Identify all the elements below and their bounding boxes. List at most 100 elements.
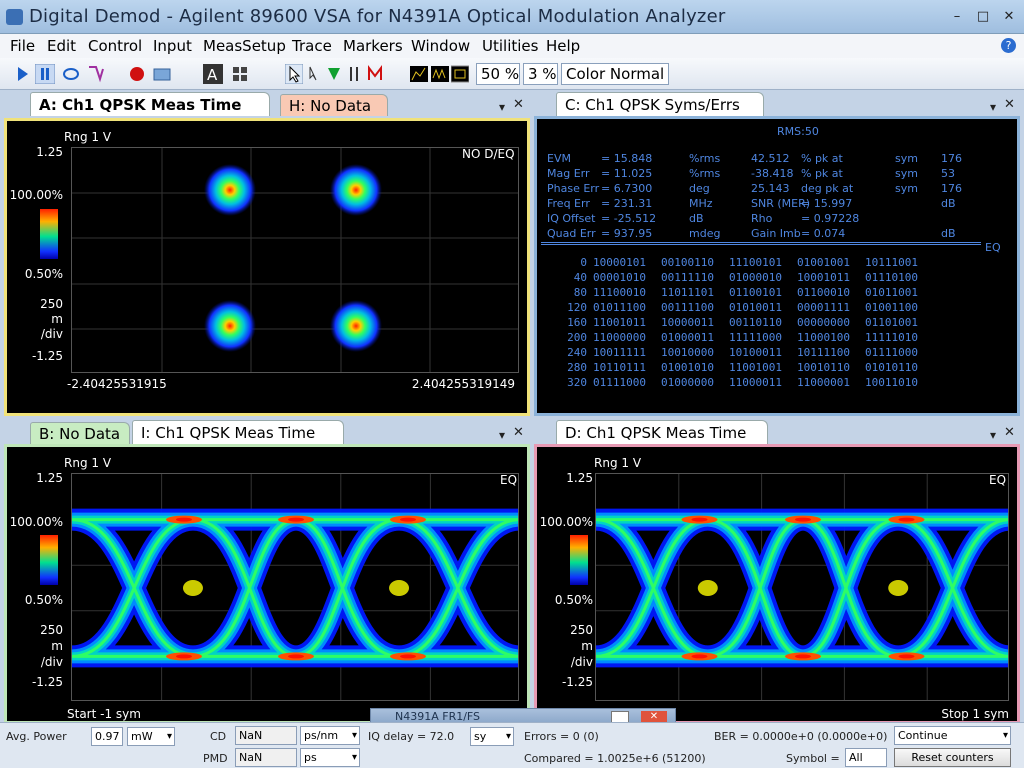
x-left-label: -2.40425531915: [67, 377, 167, 391]
stat-cell: = 15.848: [601, 152, 653, 165]
record-icon[interactable]: [128, 64, 146, 84]
symbol-index: 0: [580, 256, 587, 269]
minimize-button[interactable]: –: [946, 7, 968, 27]
pointer-icon[interactable]: [285, 64, 303, 84]
pmd-label: PMD: [203, 752, 228, 765]
spectrogram-icon[interactable]: [410, 64, 428, 84]
reset-counters-button[interactable]: Reset counters: [894, 748, 1011, 767]
rms-label: RMS:50: [777, 125, 819, 138]
pmd-field[interactable]: NaN: [235, 748, 297, 767]
tab-b-no-data[interactable]: B: No Data: [30, 422, 130, 444]
stat-cell: dB: [941, 197, 956, 210]
tab-i-meas-time[interactable]: I: Ch1 QPSK Meas Time: [132, 420, 344, 444]
panel-close-icon[interactable]: ✕: [1004, 97, 1015, 112]
tab-d-meas-time[interactable]: D: Ch1 QPSK Meas Time: [556, 420, 768, 444]
panel-d: D: Ch1 QPSK Meas Time ▾ ✕ Rng 1 V 1.25 1…: [534, 420, 1020, 724]
panel-menu-icon[interactable]: ▾: [499, 428, 505, 442]
stat-cell: %rms: [689, 152, 721, 165]
menu-control[interactable]: Control: [88, 37, 142, 55]
cd-field[interactable]: NaN: [235, 726, 297, 745]
playback-icon[interactable]: [152, 64, 172, 84]
marker-delta-icon[interactable]: [346, 64, 362, 84]
panel-i: B: No Data I: Ch1 QPSK Meas Time ▾ ✕ Rng…: [4, 420, 530, 724]
symbol-bits: 10010000: [661, 346, 714, 359]
symbol-bits: 11100010: [593, 286, 646, 299]
symbol-index: 80: [573, 286, 587, 299]
stat-cell: 42.512: [751, 152, 790, 165]
panel-a: A: Ch1 QPSK Meas Time H: No Data ▾ ✕ Rng…: [4, 92, 530, 416]
iq-delay-label: IQ delay = 72.0: [368, 730, 455, 743]
stat-cell: 25.143: [751, 182, 790, 195]
div-label-1: 250: [570, 623, 593, 637]
stat-cell: % pk at: [801, 152, 843, 165]
symbol-bits: 01000010: [729, 271, 782, 284]
help-icon[interactable]: ?: [1001, 38, 1016, 53]
pmd-unit-select[interactable]: ps: [300, 748, 360, 767]
stat-cell: = 0.97228: [801, 212, 860, 225]
eye-diagram-frame-i: Rng 1 V 1.25 100.00% 0.50% 250 m /div -1…: [4, 444, 530, 724]
panel-close-icon[interactable]: ✕: [1004, 425, 1015, 440]
marker-icon[interactable]: [326, 64, 342, 84]
panel-menu-icon[interactable]: ▾: [990, 428, 996, 442]
panel-close-icon[interactable]: ✕: [513, 425, 524, 440]
constellation-point: [330, 300, 382, 352]
single-sweep-icon[interactable]: [86, 64, 106, 84]
symbol-bits: 10011111: [593, 346, 646, 359]
constellation-frame: Rng 1 V 1.25 100.00% 0.50% 250 m /div -1…: [4, 118, 530, 416]
symbol-bits: 10111100: [797, 346, 850, 359]
symbol-field[interactable]: All: [845, 748, 887, 767]
avg-power-unit-select[interactable]: mW: [127, 727, 175, 746]
menu-file[interactable]: File: [10, 37, 35, 55]
cd-unit-select[interactable]: ps/nm: [300, 726, 360, 745]
close-button[interactable]: ✕: [998, 7, 1020, 27]
stat-cell: 176: [941, 182, 962, 195]
panel-menu-icon[interactable]: ▾: [499, 100, 505, 114]
menu-edit[interactable]: Edit: [47, 37, 76, 55]
symbol-bits: 01100101: [729, 286, 782, 299]
stat-cell: mdeg: [689, 227, 721, 240]
ber-label: BER = 0.0000e+0 (0.0000e+0): [714, 730, 888, 743]
menu-meassetup[interactable]: MeasSetup: [203, 37, 286, 55]
symbol-bits: 00111100: [661, 301, 714, 314]
menu-utilities[interactable]: Utilities: [482, 37, 538, 55]
pct-low-label: 0.50%: [24, 593, 63, 607]
menu-trace[interactable]: Trace: [292, 37, 332, 55]
pct-high-label: 100.00%: [9, 188, 63, 202]
menu-window[interactable]: Window: [411, 37, 470, 55]
full-screen-icon[interactable]: [451, 64, 469, 84]
symbol-label: Symbol =: [786, 752, 840, 765]
eq-status-label: NO D/EQ: [462, 147, 515, 161]
tab-c-syms-errs[interactable]: C: Ch1 QPSK Syms/Errs: [556, 92, 764, 116]
persistence-box[interactable]: 3 %: [523, 63, 558, 85]
y-top-label: 1.25: [36, 471, 63, 485]
iq-delay-unit-select[interactable]: sy: [470, 727, 514, 746]
stat-cell: EVM: [547, 152, 571, 165]
menu-markers[interactable]: Markers: [343, 37, 403, 55]
tab-h-no-data[interactable]: H: No Data: [280, 94, 388, 116]
cd-label: CD: [210, 730, 227, 743]
select-icon[interactable]: [307, 64, 323, 84]
peak-search-icon[interactable]: [367, 64, 383, 84]
pause-icon[interactable]: [35, 64, 55, 84]
run-mode-select[interactable]: Continue: [894, 726, 1011, 745]
trace-display-icon[interactable]: [431, 64, 449, 84]
layout-icon[interactable]: [231, 64, 249, 84]
stat-cell: = 937.95: [601, 227, 653, 240]
eq-label: EQ: [500, 473, 518, 487]
restart-icon[interactable]: [61, 64, 81, 84]
symbol-bits: 11011101: [661, 286, 714, 299]
menu-input[interactable]: Input: [153, 37, 192, 55]
zoom-box[interactable]: 50 %: [476, 63, 520, 85]
play-icon[interactable]: [16, 64, 30, 84]
maximize-button[interactable]: □: [972, 7, 994, 27]
avg-power-field[interactable]: 0.97: [91, 727, 123, 746]
menu-help[interactable]: Help: [546, 37, 580, 55]
tab-a-meas-time[interactable]: A: Ch1 QPSK Meas Time: [30, 92, 270, 116]
panel-menu-icon[interactable]: ▾: [990, 100, 996, 114]
symbol-bits: 01001001: [797, 256, 850, 269]
panel-close-icon[interactable]: ✕: [513, 97, 524, 112]
symbol-bits: 01001010: [661, 361, 714, 374]
symbol-bits: 00111110: [661, 271, 714, 284]
autoscale-icon[interactable]: A: [203, 64, 223, 84]
color-mode-select[interactable]: Color Normal: [561, 63, 669, 85]
